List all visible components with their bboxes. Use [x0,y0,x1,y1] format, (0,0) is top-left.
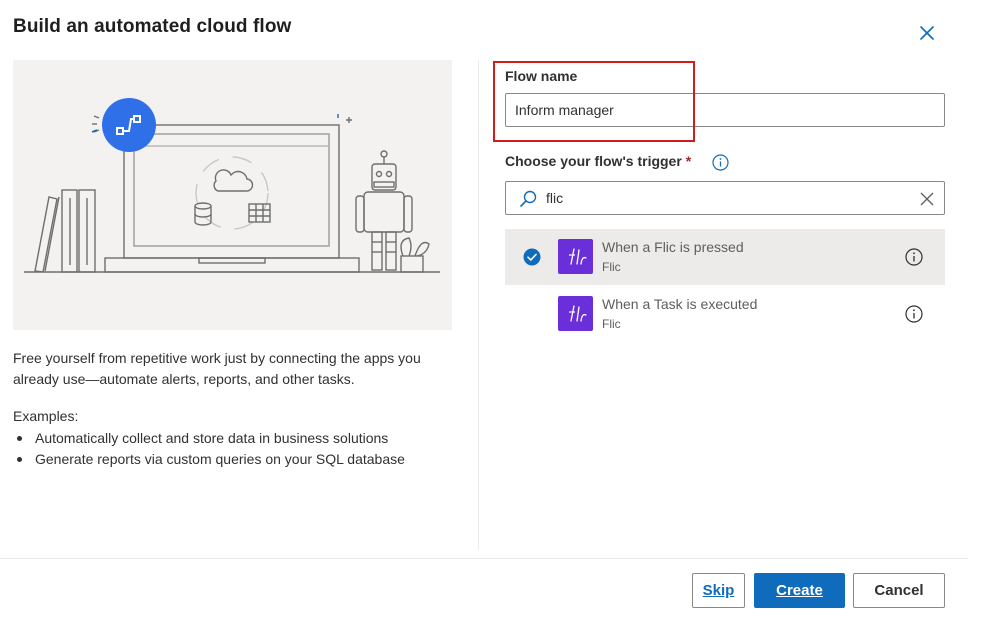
flow-illustration [13,60,452,330]
trigger-connector: Flic [602,260,621,274]
trigger-option-flic-pressed[interactable]: When a Flic is pressed Flic [505,229,945,285]
create-button[interactable]: Create [754,573,845,608]
trigger-connector: Flic [602,317,621,331]
trigger-name: When a Task is executed [602,296,758,312]
examples-list: Automatically collect and store data in … [13,428,405,470]
vertical-divider [478,60,479,550]
trigger-info-button[interactable] [711,153,730,172]
trigger-label: Choose your flow's trigger * [505,153,691,169]
flow-name-label: Flow name [505,68,578,84]
clear-icon[interactable] [918,190,936,208]
description-text: Free yourself from repetitive work just … [13,350,421,387]
flic-app-icon [558,239,593,274]
examples-label: Examples: [13,408,79,424]
search-icon [520,190,537,207]
build-flow-dialog: Build an automated cloud flow Free yours… [0,0,968,627]
example-item: Generate reports via custom queries on y… [13,449,405,470]
info-icon[interactable] [904,304,924,324]
flow-name-input[interactable] [505,93,945,127]
example-item: Automatically collect and store data in … [13,428,405,449]
check-circle-icon [523,248,541,266]
trigger-label-text: Choose your flow's trigger [505,153,682,169]
close-button[interactable] [914,20,940,46]
close-icon [920,26,934,40]
cancel-button[interactable]: Cancel [853,573,945,608]
required-marker: * [685,153,692,169]
dialog-title: Build an automated cloud flow [13,16,292,37]
trigger-name: When a Flic is pressed [602,239,744,255]
footer-divider [0,558,968,559]
info-icon [712,154,729,171]
trigger-search-input[interactable] [546,182,906,214]
info-icon[interactable] [904,247,924,267]
trigger-option-task-executed[interactable]: When a Task is executed Flic [505,286,945,342]
skip-button[interactable]: Skip [692,573,745,608]
flic-app-icon [558,296,593,331]
trigger-search-box [505,181,945,215]
